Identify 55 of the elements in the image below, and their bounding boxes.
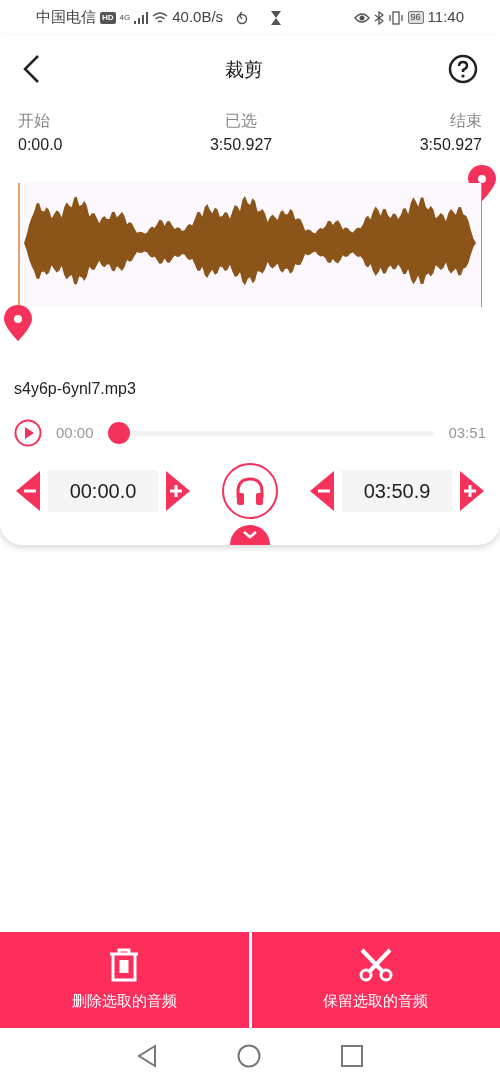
minus-button[interactable] [16, 471, 40, 511]
start-time-field[interactable]: 00:00.0 [48, 470, 158, 512]
chevron-down-icon [243, 531, 257, 539]
wifi-icon [152, 11, 169, 24]
carrier-text: 中国电信 [36, 7, 96, 29]
summary-value: 3:50.927 [209, 135, 273, 155]
start-marker[interactable] [4, 305, 32, 341]
listen-button[interactable] [222, 463, 278, 519]
scissors-icon [358, 947, 393, 982]
back-triangle-icon [137, 1043, 157, 1068]
speed-text: 40.0B/s [172, 7, 224, 28]
bluetooth-icon [373, 10, 384, 25]
recents-square-icon [341, 1044, 363, 1067]
duration-time: 03:51 [448, 422, 486, 443]
plus-button[interactable] [460, 471, 484, 511]
vibrate-icon [387, 10, 404, 25]
clock-text: 11:40 [427, 7, 464, 28]
file-name: s4y6p-6ynl7.mp3 [13, 379, 137, 399]
summary-label: 已选 [225, 110, 258, 132]
delete-selection-button[interactable]: 删除选取的音频 [0, 932, 249, 1028]
hd-badge: HD [100, 11, 116, 24]
battery-indicator: 96 [407, 11, 424, 24]
summary-label: 结束 [450, 110, 482, 132]
summary-value: 3:50.927 [419, 135, 482, 155]
minus-icon [310, 471, 334, 511]
end-time-field[interactable]: 03:50.9 [342, 470, 452, 512]
expand-button[interactable] [230, 525, 270, 545]
summary-value: 0:00.0 [18, 135, 63, 155]
back-icon [22, 54, 40, 84]
elapsed-time: 00:00 [56, 422, 94, 443]
network-text: 4G [119, 12, 131, 25]
plus-button[interactable] [166, 471, 190, 511]
summary-label: 开始 [18, 110, 50, 132]
back-button[interactable] [22, 54, 40, 84]
progress-thumb[interactable] [107, 422, 130, 444]
minus-icon [16, 471, 40, 511]
play-icon [14, 419, 42, 447]
eye-icon [353, 11, 370, 24]
play-button[interactable] [14, 419, 42, 447]
page-title: 裁剪 [225, 56, 263, 82]
nav-recents-button[interactable] [341, 1044, 363, 1067]
help-icon [448, 54, 478, 84]
minus-button[interactable] [310, 471, 334, 511]
headphones-icon [234, 476, 266, 506]
plus-icon [460, 471, 484, 511]
help-button[interactable] [448, 54, 478, 84]
trash-icon [108, 947, 141, 982]
signal-icon [134, 11, 149, 24]
nav-back-button[interactable] [137, 1043, 157, 1068]
plus-icon [166, 471, 190, 511]
keep-selection-button[interactable]: 保留选取的音频 [251, 932, 500, 1028]
nav-home-button[interactable] [237, 1043, 261, 1068]
swirl-icon [235, 10, 250, 25]
home-circle-icon [237, 1043, 261, 1068]
hourglass-icon [271, 10, 282, 25]
